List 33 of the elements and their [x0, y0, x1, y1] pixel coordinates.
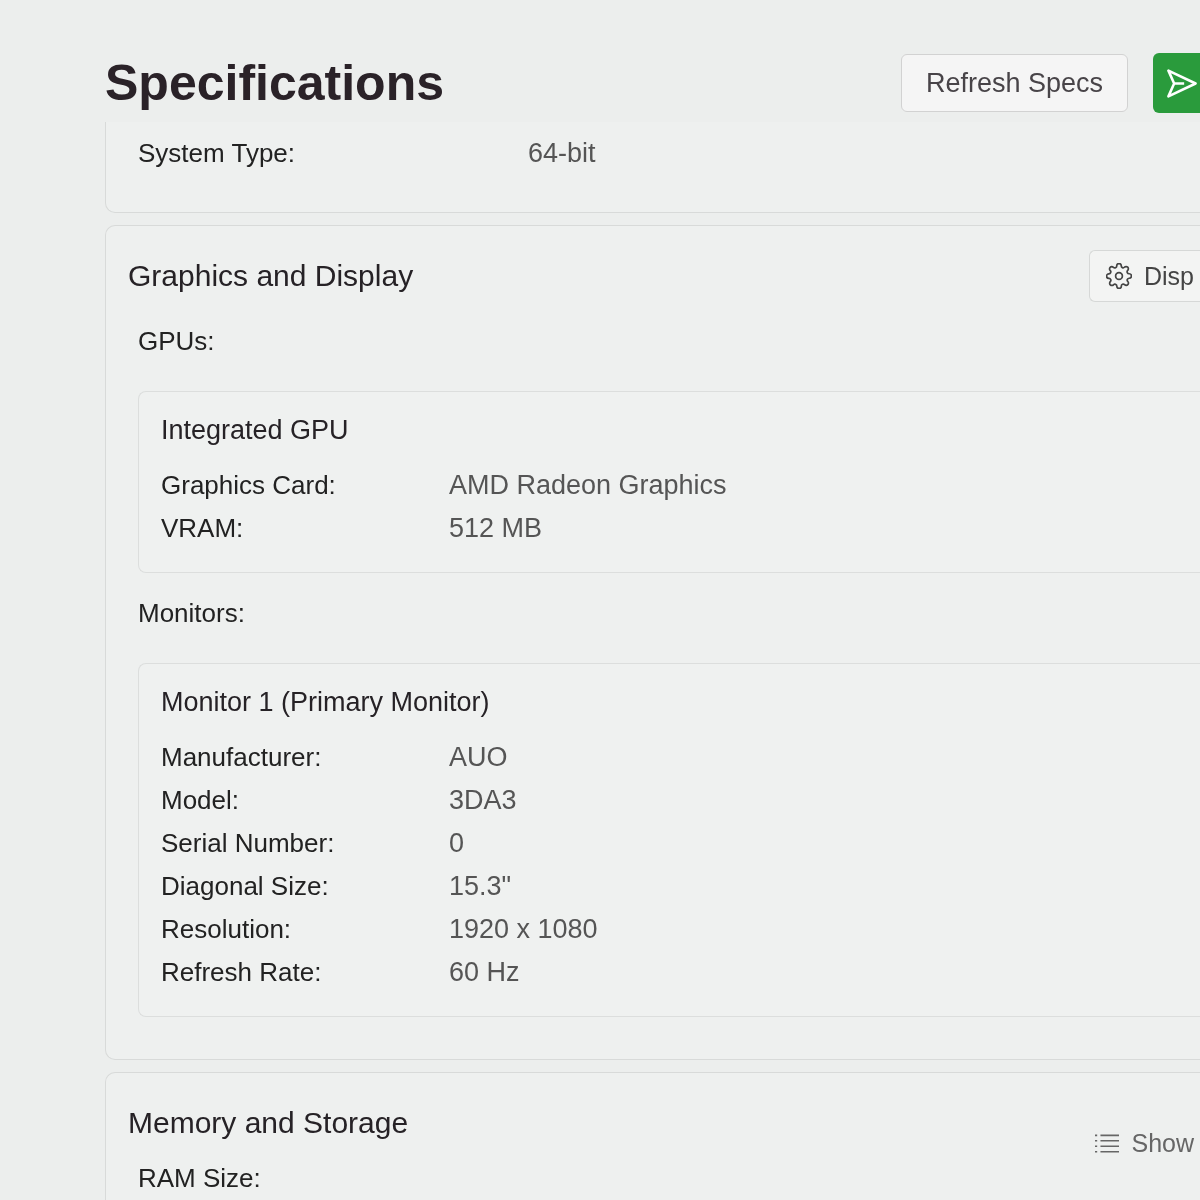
field-value: AUO [449, 741, 508, 774]
page-title: Specifications [105, 54, 444, 113]
field-label: VRAM: [161, 512, 245, 545]
field-label: Graphics Card: [161, 469, 337, 502]
list-button[interactable]: Show [1078, 1117, 1200, 1169]
field-value: 1920 x 1080 [449, 913, 598, 946]
section-title: Memory and Storage [128, 1106, 409, 1140]
send-button[interactable] [1153, 53, 1200, 113]
field-label: Diagonal Size: [161, 870, 330, 903]
field-value: 60 Hz [449, 956, 520, 989]
group-heading: Monitors: [138, 598, 245, 628]
field-value: 512 MB [449, 512, 543, 545]
field-label: System Type: [138, 137, 297, 170]
device-title: Integrated GPU [161, 415, 349, 445]
field-label: Resolution: [161, 913, 293, 946]
list-icon [1095, 1133, 1120, 1153]
field-label: Manufacturer: [161, 741, 323, 774]
field-value: 3DA3 [449, 784, 517, 817]
field-value: 15.3" [449, 870, 512, 903]
field-label: Serial Number: [161, 827, 336, 860]
settings-button[interactable]: Disp [1089, 250, 1200, 302]
refresh-button[interactable]: Refresh Specs [900, 54, 1128, 112]
field-label: Refresh Rate: [161, 956, 323, 989]
field-label: RAM Size: [138, 1162, 261, 1195]
gear-icon [1106, 263, 1132, 289]
device-title: Monitor 1 (Primary Monitor) [161, 687, 490, 717]
field-value: 0 [449, 827, 465, 860]
field-label: Model: [161, 784, 241, 817]
group-heading: GPUs: [138, 326, 215, 356]
section-title: Graphics and Display [128, 259, 414, 293]
field-value: AMD Radeon Graphics [449, 469, 727, 502]
field-value: 64-bit [528, 137, 596, 170]
send-icon [1167, 68, 1197, 98]
